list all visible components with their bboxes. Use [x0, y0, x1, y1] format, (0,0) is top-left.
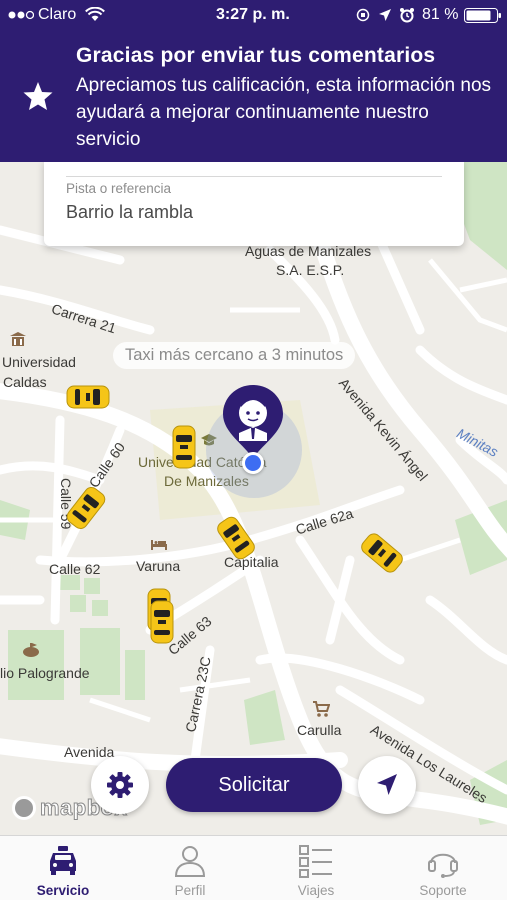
status-time: 3:27 p. m. [216, 6, 290, 23]
map-label-palogrande: lio Palogrande [0, 665, 90, 681]
map-label-calle62: Calle 62 [49, 561, 101, 577]
eta-pill: Taxi más cercano a 3 minutos [113, 342, 356, 369]
star-icon [23, 82, 53, 110]
reference-label: Pista o referencia [66, 181, 172, 196]
carrier-name: Claro [38, 6, 77, 23]
tab-viajes[interactable]: Viajes [253, 836, 379, 900]
tab-bar: Servicio Perfil Viajes Soporte [0, 835, 507, 900]
reference-input[interactable]: Barrio la rambla [66, 202, 193, 223]
tab-label: Servicio [36, 883, 90, 898]
headset-icon [428, 853, 458, 878]
navigation-arrow-icon [377, 774, 397, 795]
tab-soporte[interactable]: Soporte [380, 836, 506, 900]
map-label-avenida: Avenida [64, 744, 115, 760]
university-icon [10, 332, 26, 346]
address-card: Pista o referencia Barrio la rambla [44, 160, 464, 246]
taxi-icon [50, 846, 76, 875]
request-taxi-button[interactable]: Solicitar [166, 758, 342, 812]
settings-button[interactable] [91, 756, 149, 814]
hotel-icon [151, 540, 167, 550]
battery-percent: 81 % [422, 6, 459, 23]
taxi-marker[interactable] [172, 425, 196, 469]
rotation-lock-icon [356, 8, 370, 22]
tab-servicio[interactable]: Servicio [0, 836, 126, 900]
alarm-icon [400, 8, 414, 23]
tab-label: Perfil [174, 883, 206, 898]
list-icon [299, 845, 332, 878]
banner-title: Gracias por enviar tus comentarios [76, 44, 436, 67]
map-label-varuna: Varuna [136, 558, 181, 574]
taxi-marker[interactable] [150, 600, 174, 644]
user-icon [174, 846, 206, 877]
tab-perfil[interactable]: Perfil [127, 836, 253, 900]
map-label-aguas-sub: S.A. E.S.P. [276, 262, 345, 278]
map-label-carulla: Carulla [297, 722, 342, 738]
location-arrow-icon [379, 9, 391, 21]
map-label-capitalia: Capitalia [224, 554, 279, 570]
battery-icon [464, 8, 501, 23]
stadium-icon [23, 643, 39, 657]
tab-label: Viajes [297, 883, 335, 898]
signal-dots-icon [8, 10, 34, 20]
map-label-universidad: Universidad [2, 354, 76, 370]
banner-message: Apreciamos tus calificación, esta inform… [76, 75, 492, 150]
tab-label: Soporte [419, 883, 467, 898]
map-label-caldas: Caldas [3, 374, 47, 390]
shopping-cart-icon [313, 701, 330, 717]
wifi-icon [85, 7, 105, 21]
current-location-dot [242, 452, 264, 474]
status-bar: Claro 3:27 p. m. 81 % [0, 0, 507, 30]
address-divider [66, 176, 442, 177]
driver-pin-icon[interactable] [219, 383, 287, 461]
taxi-marker[interactable] [66, 385, 110, 409]
gear-icon [107, 772, 133, 798]
recenter-location-button[interactable] [358, 756, 416, 814]
